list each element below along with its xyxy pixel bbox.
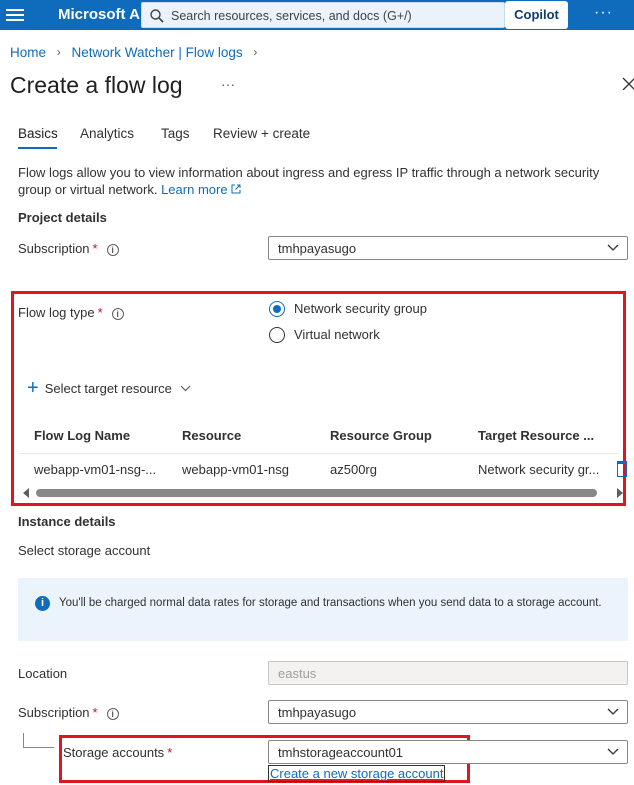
column-header-resource-group[interactable]: Resource Group <box>330 428 432 443</box>
horizontal-scrollbar[interactable] <box>36 489 597 497</box>
delete-icon[interactable] <box>617 461 627 477</box>
info-icon[interactable]: i <box>106 243 119 256</box>
chevron-right-icon: › <box>253 45 258 60</box>
hamburger-menu-icon[interactable] <box>6 6 24 24</box>
chevron-right-icon: › <box>56 45 61 60</box>
search-icon <box>150 9 164 23</box>
chevron-down-icon <box>607 708 619 715</box>
description-text: Flow logs allow you to view information … <box>18 165 600 197</box>
table-cell-flow-log-name: webapp-vm01-nsg-... <box>34 462 157 477</box>
chevron-down-icon <box>180 385 191 392</box>
top-nav-bar: Microsoft A... Search resources, service… <box>0 0 634 30</box>
project-details-heading: Project details <box>18 210 107 225</box>
instance-details-heading: Instance details <box>18 514 116 529</box>
global-search-input[interactable]: Search resources, services, and docs (G+… <box>141 2 505 28</box>
plus-icon: + <box>27 377 39 399</box>
table-cell-target-resource: Network security gr... <box>478 462 600 477</box>
location-label: Location <box>18 666 68 681</box>
info-icon[interactable]: i <box>106 707 119 720</box>
flow-log-type-label: Flow log type * i <box>18 305 124 320</box>
scroll-left-arrow[interactable] <box>23 488 29 498</box>
tab-analytics[interactable]: Analytics <box>80 126 134 141</box>
learn-more-link[interactable]: Learn more <box>161 182 241 197</box>
location-field: eastus <box>268 661 628 685</box>
page-title: Create a flow log <box>10 72 183 98</box>
subscription-dropdown[interactable]: tmhpayasugo <box>268 236 628 260</box>
table-cell-resource-group: az500rg <box>330 462 377 477</box>
close-icon[interactable] <box>621 76 634 90</box>
storage-accounts-dropdown[interactable]: tmhstorageaccount01 <box>268 740 628 764</box>
table-cell-resource: webapp-vm01-nsg <box>182 462 289 477</box>
column-header-resource[interactable]: Resource <box>182 428 241 443</box>
info-icon: i <box>35 596 50 611</box>
external-link-icon <box>231 184 241 194</box>
column-header-target-resource[interactable]: Target Resource ... <box>478 428 594 443</box>
instance-subscription-value: tmhpayasugo <box>278 705 357 720</box>
info-notice: i You'll be charged normal data rates fo… <box>18 578 628 641</box>
instance-subscription-label: Subscription * i <box>18 705 119 720</box>
more-options-icon[interactable]: ··· <box>594 4 613 22</box>
breadcrumb-flow-logs[interactable]: Network Watcher | Flow logs <box>72 45 243 60</box>
storage-accounts-label: Storage accounts * <box>63 745 173 760</box>
description: Flow logs allow you to view information … <box>18 164 618 198</box>
scroll-right-arrow[interactable] <box>617 488 623 498</box>
notice-text: You'll be charged normal data rates for … <box>59 597 602 609</box>
subscription-value: tmhpayasugo <box>278 241 357 256</box>
radio-virtual-network[interactable]: Virtual network <box>269 326 380 343</box>
column-header-flow-log-name[interactable]: Flow Log Name <box>34 428 130 443</box>
breadcrumb: Home › Network Watcher | Flow logs › <box>10 44 264 60</box>
select-target-resource-button[interactable]: + Select target resource <box>27 377 191 400</box>
breadcrumb-home[interactable]: Home <box>10 45 46 60</box>
chevron-down-icon <box>607 244 619 251</box>
copilot-button[interactable]: Copilot <box>505 1 568 29</box>
title-more-options-icon[interactable]: ··· <box>221 76 235 92</box>
chevron-down-icon <box>607 748 619 755</box>
search-placeholder: Search resources, services, and docs (G+… <box>171 9 412 23</box>
tree-connector <box>23 747 54 748</box>
tab-tags[interactable]: Tags <box>161 126 190 141</box>
instance-subscription-dropdown[interactable]: tmhpayasugo <box>268 700 628 724</box>
subscription-label: Subscription * i <box>18 241 119 256</box>
select-storage-heading: Select storage account <box>18 543 151 558</box>
create-storage-account-link[interactable]: Create a new storage account <box>268 765 446 782</box>
info-icon[interactable]: i <box>111 307 124 320</box>
tab-basics[interactable]: Basics <box>18 126 58 141</box>
location-value: eastus <box>278 666 317 681</box>
active-tab-indicator <box>18 147 57 149</box>
tree-connector <box>23 733 24 747</box>
storage-account-value: tmhstorageaccount01 <box>278 745 404 760</box>
table-divider <box>19 453 619 454</box>
portal-brand[interactable]: Microsoft A... <box>58 6 152 23</box>
tab-review-create[interactable]: Review + create <box>213 126 310 141</box>
radio-network-security-group[interactable]: Network security group <box>269 300 427 317</box>
